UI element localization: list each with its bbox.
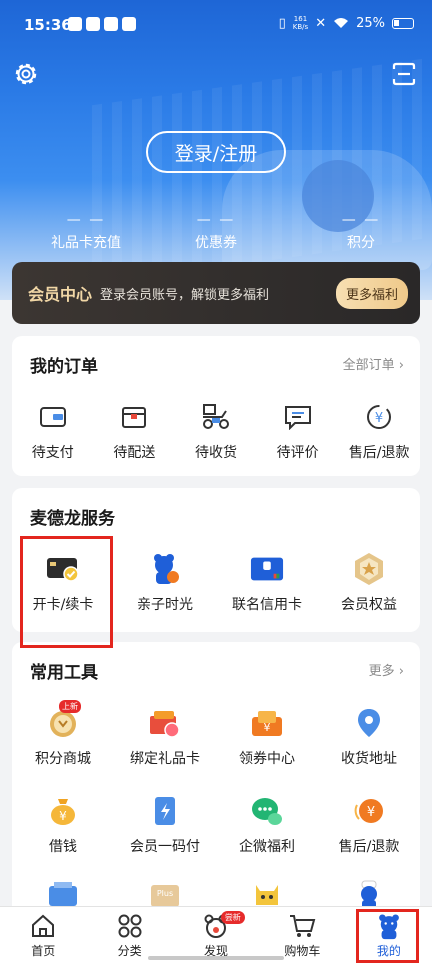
- tool-coupon-center[interactable]: ¥ 领券中心: [216, 706, 318, 768]
- highlight-mine-tab: [356, 909, 419, 963]
- order-pending-review[interactable]: 待评价: [257, 400, 339, 462]
- login-register-button[interactable]: 登录/注册: [146, 131, 286, 173]
- points-stat[interactable]: — — 积分: [326, 212, 396, 252]
- tab-home[interactable]: 首页: [0, 907, 86, 964]
- gift-card-recharge-stat[interactable]: — — 礼品卡充值: [34, 212, 138, 252]
- tool-shipping-address[interactable]: 收货地址: [318, 706, 420, 768]
- scan-icon: [392, 62, 416, 86]
- service-co-branded-credit-card[interactable]: 联名信用卡: [216, 552, 318, 614]
- wifi-icon: [334, 18, 349, 28]
- new-arrival-badge: 尝新: [220, 911, 245, 924]
- services-title: 麦德龙服务: [30, 509, 115, 529]
- bear-kid-icon: [148, 552, 182, 586]
- home-indicator: [148, 956, 284, 960]
- tool-points-mall[interactable]: 上新 积分商城: [12, 700, 114, 768]
- wechat-work-icon: [250, 794, 284, 828]
- service-member-benefits[interactable]: 会员权益: [318, 552, 420, 614]
- member-center-banner[interactable]: 会员中心 登录会员账号，解锁更多福利 更多福利: [12, 262, 420, 324]
- medal-icon: [352, 552, 386, 586]
- member-center-title: 会员中心: [28, 285, 93, 304]
- category-icon: [116, 912, 144, 940]
- tool-member-qr-pay[interactable]: 会员一码付: [114, 794, 216, 856]
- nfc-icon: ✕: [315, 15, 327, 31]
- settings-button[interactable]: [12, 60, 40, 88]
- more-benefits-button[interactable]: 更多福利: [335, 277, 408, 309]
- package-icon: [117, 400, 151, 434]
- credit-card-icon: [250, 552, 284, 586]
- coupon-icon: ¥: [250, 706, 284, 740]
- refund-icon: ¥: [352, 794, 386, 828]
- tool-wechat-work-benefits[interactable]: 企微福利: [216, 794, 318, 856]
- tool-bind-gift-card[interactable]: 绑定礼品卡: [114, 706, 216, 768]
- svg-text:¥: ¥: [59, 809, 67, 823]
- status-bar: 15:36 ▯ 161 KB/s ✕ 25%: [0, 0, 432, 50]
- orders-title: 我的订单: [30, 357, 98, 377]
- qr-pay-icon: [148, 794, 182, 828]
- order-pending-delivery[interactable]: 待配送: [94, 400, 176, 462]
- order-pending-payment[interactable]: 待支付: [12, 400, 94, 462]
- gear-icon: [15, 63, 37, 85]
- highlight-open-card: [20, 536, 113, 648]
- svg-text:¥: ¥: [367, 805, 375, 820]
- gift-card-icon: [148, 706, 182, 740]
- notification-icons: [68, 17, 136, 31]
- member-center-desc: 登录会员账号，解锁更多福利: [100, 287, 270, 303]
- more-tools-link[interactable]: 更多 ›: [369, 660, 404, 679]
- battery-icon: [392, 17, 414, 29]
- order-after-sales[interactable]: ¥ 售后/退款: [338, 400, 420, 462]
- comment-icon: [281, 400, 315, 434]
- service-parent-child[interactable]: 亲子时光: [114, 552, 216, 614]
- tools-title: 常用工具: [30, 663, 98, 683]
- battery-percent: 25%: [356, 15, 385, 31]
- money-bag-icon: ¥: [46, 794, 80, 828]
- my-orders-card: 我的订单 全部订单 › 待支付 待配送 待收货 待评价 ¥ 售后/退款: [12, 336, 420, 476]
- new-badge: 上新: [59, 700, 81, 713]
- status-right: ▯ 161 KB/s ✕ 25%: [279, 15, 414, 31]
- vibrate-icon: ▯: [278, 15, 286, 31]
- wallet-icon: [36, 400, 70, 434]
- svg-text:¥: ¥: [264, 721, 271, 734]
- order-pending-receipt[interactable]: 待收货: [175, 400, 257, 462]
- tool-after-sales[interactable]: ¥ 售后/退款: [318, 794, 420, 856]
- svg-text:¥: ¥: [375, 411, 383, 426]
- all-orders-link[interactable]: 全部订单 ›: [343, 354, 404, 373]
- refund-icon: ¥: [362, 400, 396, 434]
- coupons-stat[interactable]: — — 优惠券: [176, 212, 256, 252]
- svg-text:Plus: Plus: [157, 889, 173, 898]
- location-icon: [352, 706, 386, 740]
- scooter-icon: [199, 400, 233, 434]
- network-speed: 161 KB/s: [292, 15, 309, 31]
- cart-icon: [288, 912, 316, 940]
- scan-button[interactable]: [390, 60, 418, 88]
- tool-borrow-money[interactable]: ¥ 借钱: [12, 794, 114, 856]
- status-time: 15:36: [24, 16, 72, 34]
- common-tools-card: 常用工具 更多 › 上新 积分商城 绑定礼品卡 ¥ 领券中心 收货地址 ¥ 借钱…: [12, 642, 420, 942]
- home-icon: [29, 912, 57, 940]
